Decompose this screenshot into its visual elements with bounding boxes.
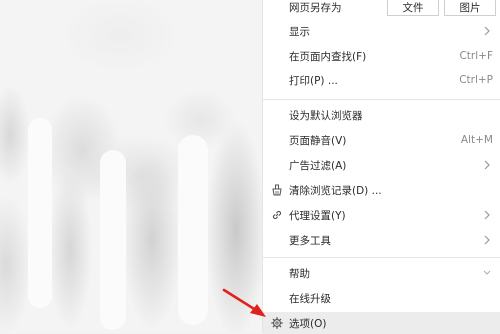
broom-icon <box>272 184 282 196</box>
menu-item-label: 代理设置(Y) <box>289 209 346 222</box>
menu-item-more-tools[interactable]: 更多工具 <box>263 229 500 251</box>
chevron-right-icon <box>484 210 490 220</box>
menu-item-shortcut: Ctrl+F <box>459 50 493 62</box>
menu-item-display[interactable]: 显示 <box>263 20 500 42</box>
menu-item-options[interactable]: 选项(O) <box>263 312 500 334</box>
menu-item-label: 在页面内查找(F) <box>289 50 367 63</box>
menu-item-save-page: 网页另存为 文件 图片 <box>263 0 500 18</box>
menu-item-default-browser[interactable]: 设为默认浏览器 <box>263 104 500 126</box>
menu-item-label: 设为默认浏览器 <box>289 109 363 122</box>
menu-item-label: 帮助 <box>289 267 310 280</box>
chevron-right-icon <box>484 235 490 245</box>
chevron-right-icon <box>484 26 490 36</box>
menu-item-clear-history[interactable]: 清除浏览记录(D) ... <box>263 179 500 201</box>
menu-item-find[interactable]: 在页面内查找(F) Ctrl+F <box>263 45 500 67</box>
gear-icon <box>271 317 283 329</box>
chevron-down-icon <box>483 270 491 275</box>
menu-item-proxy[interactable]: 代理设置(Y) <box>263 204 500 226</box>
menu-item-label: 清除浏览记录(D) ... <box>289 184 382 197</box>
link-icon <box>272 210 282 220</box>
chevron-right-icon <box>484 160 490 170</box>
menu-item-label: 显示 <box>289 25 310 38</box>
menu-separator <box>263 99 500 100</box>
menu-item-help[interactable]: 帮助 <box>263 262 500 284</box>
menu-item-upgrade[interactable]: 在线升级 <box>263 287 500 309</box>
menu-item-print[interactable]: 打印(P) ... Ctrl+P <box>263 69 500 91</box>
menu-item-label: 选项(O) <box>289 317 327 330</box>
menu-item-mute[interactable]: 页面静音(V) Alt+M <box>263 129 500 151</box>
menu-item-shortcut: Alt+M <box>460 134 493 146</box>
background-shape <box>178 135 208 325</box>
menu-item-shortcut: Ctrl+P <box>459 74 493 86</box>
context-menu: 网页另存为 文件 图片 显示 在页面内查找(F) Ctrl+F 打印(P) ..… <box>262 0 500 334</box>
menu-item-label: 网页另存为 <box>289 1 342 14</box>
menu-item-label: 更多工具 <box>289 234 331 247</box>
background-shape <box>100 150 126 330</box>
menu-item-label: 打印(P) ... <box>289 74 338 87</box>
save-file-button[interactable]: 文件 <box>387 0 439 16</box>
save-image-button[interactable]: 图片 <box>444 0 496 16</box>
menu-item-label: 在线升级 <box>289 292 331 305</box>
menu-separator <box>263 257 500 258</box>
webpage-background <box>0 0 262 333</box>
menu-item-label: 广告过滤(A) <box>289 159 347 172</box>
background-shape <box>28 118 52 308</box>
menu-item-label: 页面静音(V) <box>289 134 347 147</box>
menu-item-adblock[interactable]: 广告过滤(A) <box>263 154 500 176</box>
